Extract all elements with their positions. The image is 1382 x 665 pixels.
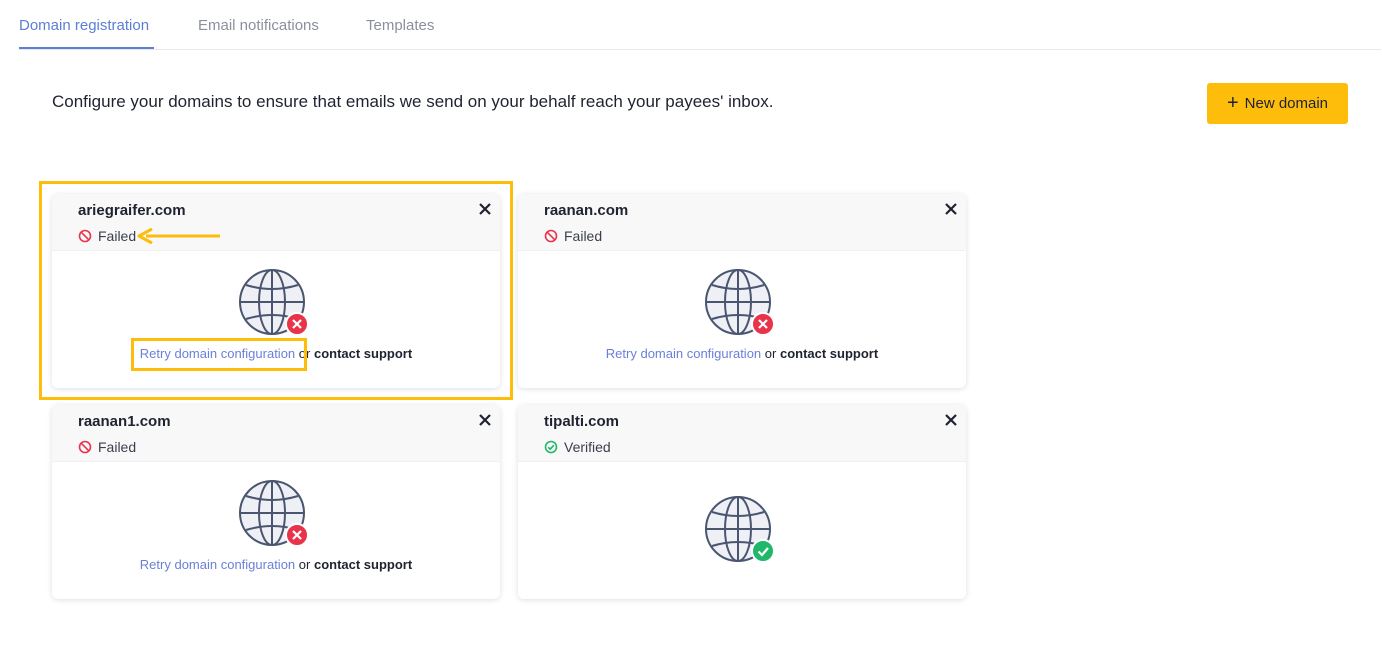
domain-card: tipalti.com Verified	[518, 405, 966, 599]
intro-text: Configure your domains to ensure that em…	[52, 92, 774, 111]
card-header: tipalti.com Verified	[518, 405, 966, 462]
retry-line: Retry domain configuration or contact su…	[518, 346, 966, 361]
or-text: or	[298, 557, 311, 572]
plus-icon: +	[1226, 91, 1239, 114]
globe-verified-icon	[705, 496, 775, 563]
contact-support-link[interactable]: contact support	[314, 346, 412, 361]
active-tab-indicator	[19, 47, 154, 49]
tab-domain-registration[interactable]: Domain registration	[19, 17, 149, 34]
close-icon[interactable]	[944, 413, 958, 427]
new-domain-label: New domain	[1244, 95, 1329, 112]
domain-card: raanan.com Failed Retry domain configura…	[518, 194, 966, 388]
tab-email-notifications[interactable]: Email notifications	[198, 17, 319, 34]
status-badge: Failed	[78, 439, 136, 455]
close-icon[interactable]	[478, 413, 492, 427]
retry-link[interactable]: Retry domain configuration	[140, 557, 295, 572]
contact-support-link[interactable]: contact support	[780, 346, 878, 361]
retry-link[interactable]: Retry domain configuration	[606, 346, 761, 361]
domain-card: raanan1.com Failed Retry domain configur…	[52, 405, 500, 599]
globe-failed-icon	[705, 269, 775, 336]
card-header: ariegraifer.com Failed	[52, 194, 500, 251]
contact-support-link[interactable]: contact support	[314, 557, 412, 572]
domain-card: ariegraifer.com Failed Retry domain conf…	[52, 194, 500, 388]
status-label: Failed	[98, 439, 137, 455]
failed-icon	[544, 229, 558, 243]
or-text: or	[764, 346, 777, 361]
or-text: or	[298, 346, 311, 361]
domain-name: raanan.com	[544, 202, 629, 219]
failed-icon	[78, 229, 92, 243]
verified-icon	[544, 440, 558, 454]
tab-bar: Domain registration Email notifications …	[19, 0, 1381, 50]
new-domain-button[interactable]: + New domain	[1207, 83, 1348, 124]
retry-link[interactable]: Retry domain configuration	[140, 346, 295, 361]
retry-line: Retry domain configuration or contact su…	[52, 557, 500, 572]
globe-failed-icon	[239, 269, 309, 336]
domain-name: raanan1.com	[78, 413, 171, 430]
card-header: raanan1.com Failed	[52, 405, 500, 462]
tab-templates[interactable]: Templates	[366, 17, 434, 34]
domain-name: ariegraifer.com	[78, 202, 186, 219]
arrow-left-icon	[137, 227, 220, 245]
status-badge: Failed	[78, 228, 136, 244]
close-icon[interactable]	[944, 202, 958, 216]
status-badge: Verified	[544, 439, 611, 455]
status-label: Verified	[564, 439, 611, 455]
status-label: Failed	[564, 228, 603, 244]
card-header: raanan.com Failed	[518, 194, 966, 251]
status-badge: Failed	[544, 228, 602, 244]
domain-name: tipalti.com	[544, 413, 620, 430]
retry-line: Retry domain configuration or contact su…	[52, 346, 500, 361]
status-label: Failed	[98, 228, 137, 244]
failed-icon	[78, 440, 92, 454]
globe-failed-icon	[239, 480, 309, 547]
close-icon[interactable]	[478, 202, 492, 216]
